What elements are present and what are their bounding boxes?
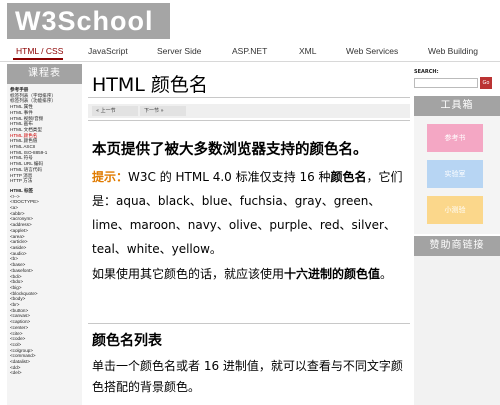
- hex-note-paragraph: 如果使用其它颜色的话，就应该使用十六进制的颜色值。: [92, 264, 408, 285]
- tip-text-1: W3C 的 HTML 4.0 标准仅支持 16 种: [128, 170, 331, 184]
- lab-button[interactable]: 实验室: [427, 160, 483, 188]
- site-logo[interactable]: W3School: [7, 3, 170, 39]
- nav-active-underline: [13, 58, 63, 60]
- nav-web-services[interactable]: Web Services: [346, 46, 398, 56]
- intro-heading: 本页提供了被大多数浏览器支持的颜色名。: [92, 142, 368, 158]
- sidebar-title: 课程表: [7, 64, 82, 84]
- pager-bar: « 上一节 下一节 »: [88, 104, 410, 118]
- page-title: HTML 颜色名: [92, 74, 208, 96]
- course-sidebar: 课程表 参考手册 标签列表（字母排序） 标签列表（功能排序） HTML 属性 HTML …: [7, 64, 82, 405]
- search-label: SEARCH:: [414, 69, 439, 75]
- site-header: W3School: [0, 0, 500, 42]
- search-go-button[interactable]: Go: [480, 77, 492, 89]
- right-sidebar: SEARCH: Go 工具箱 参考书 实验室 小测验 赞助商链接: [414, 64, 500, 405]
- color-list-description: 单击一个颜色名或者 16 进制值，就可以查看与不同文字颜色搭配的背景颜色。: [92, 359, 403, 394]
- tip-paragraph: 提示：W3C 的 HTML 4.0 标准仅支持 16 种颜色名，它们是：aqua…: [92, 165, 408, 261]
- next-page-button[interactable]: 下一节 »: [140, 106, 186, 116]
- color-list-heading: 颜色名列表: [92, 333, 162, 349]
- nav-xml[interactable]: XML: [299, 46, 316, 56]
- nav-aspnet[interactable]: ASP.NET: [232, 46, 267, 56]
- nav-server-side[interactable]: Server Side: [157, 46, 201, 56]
- nav-javascript[interactable]: JavaScript: [88, 46, 128, 56]
- search-input[interactable]: [414, 78, 478, 88]
- main-content: HTML 颜色名 « 上一节 下一节 » 本页提供了被大多数浏览器支持的颜色名。…: [88, 64, 410, 405]
- nav-web-building[interactable]: Web Building: [428, 46, 478, 56]
- title-divider: [88, 97, 410, 98]
- reference-button[interactable]: 参考书: [427, 124, 483, 152]
- nav-html-css[interactable]: HTML / CSS: [16, 46, 63, 56]
- sidebar-link-list: 参考手册 标签列表（字母排序） 标签列表（功能排序） HTML 属性 HTML 事件 HT…: [7, 84, 82, 376]
- top-navbar: HTML / CSS JavaScript Server Side ASP.NE…: [0, 42, 500, 62]
- hex-text-1: 如果使用其它颜色的话，就应该使用: [92, 267, 285, 281]
- pager-divider: [88, 120, 410, 121]
- prev-page-button[interactable]: « 上一节: [92, 106, 138, 116]
- tip-label: 提示：: [92, 170, 129, 184]
- sponsor-title: 赞助商链接: [414, 236, 500, 256]
- hex-text-2: 。: [380, 267, 393, 281]
- tip-strong: 颜色名: [330, 170, 367, 184]
- sidebar-link[interactable]: <del>: [10, 370, 82, 376]
- quiz-button[interactable]: 小测验: [427, 196, 483, 224]
- toolbox-panel: 参考书 实验室 小测验: [414, 116, 500, 234]
- section-divider: [88, 323, 410, 324]
- sponsor-panel: [414, 256, 500, 405]
- toolbox-title: 工具箱: [414, 96, 500, 116]
- hex-strong: 十六进制的颜色值: [284, 267, 381, 281]
